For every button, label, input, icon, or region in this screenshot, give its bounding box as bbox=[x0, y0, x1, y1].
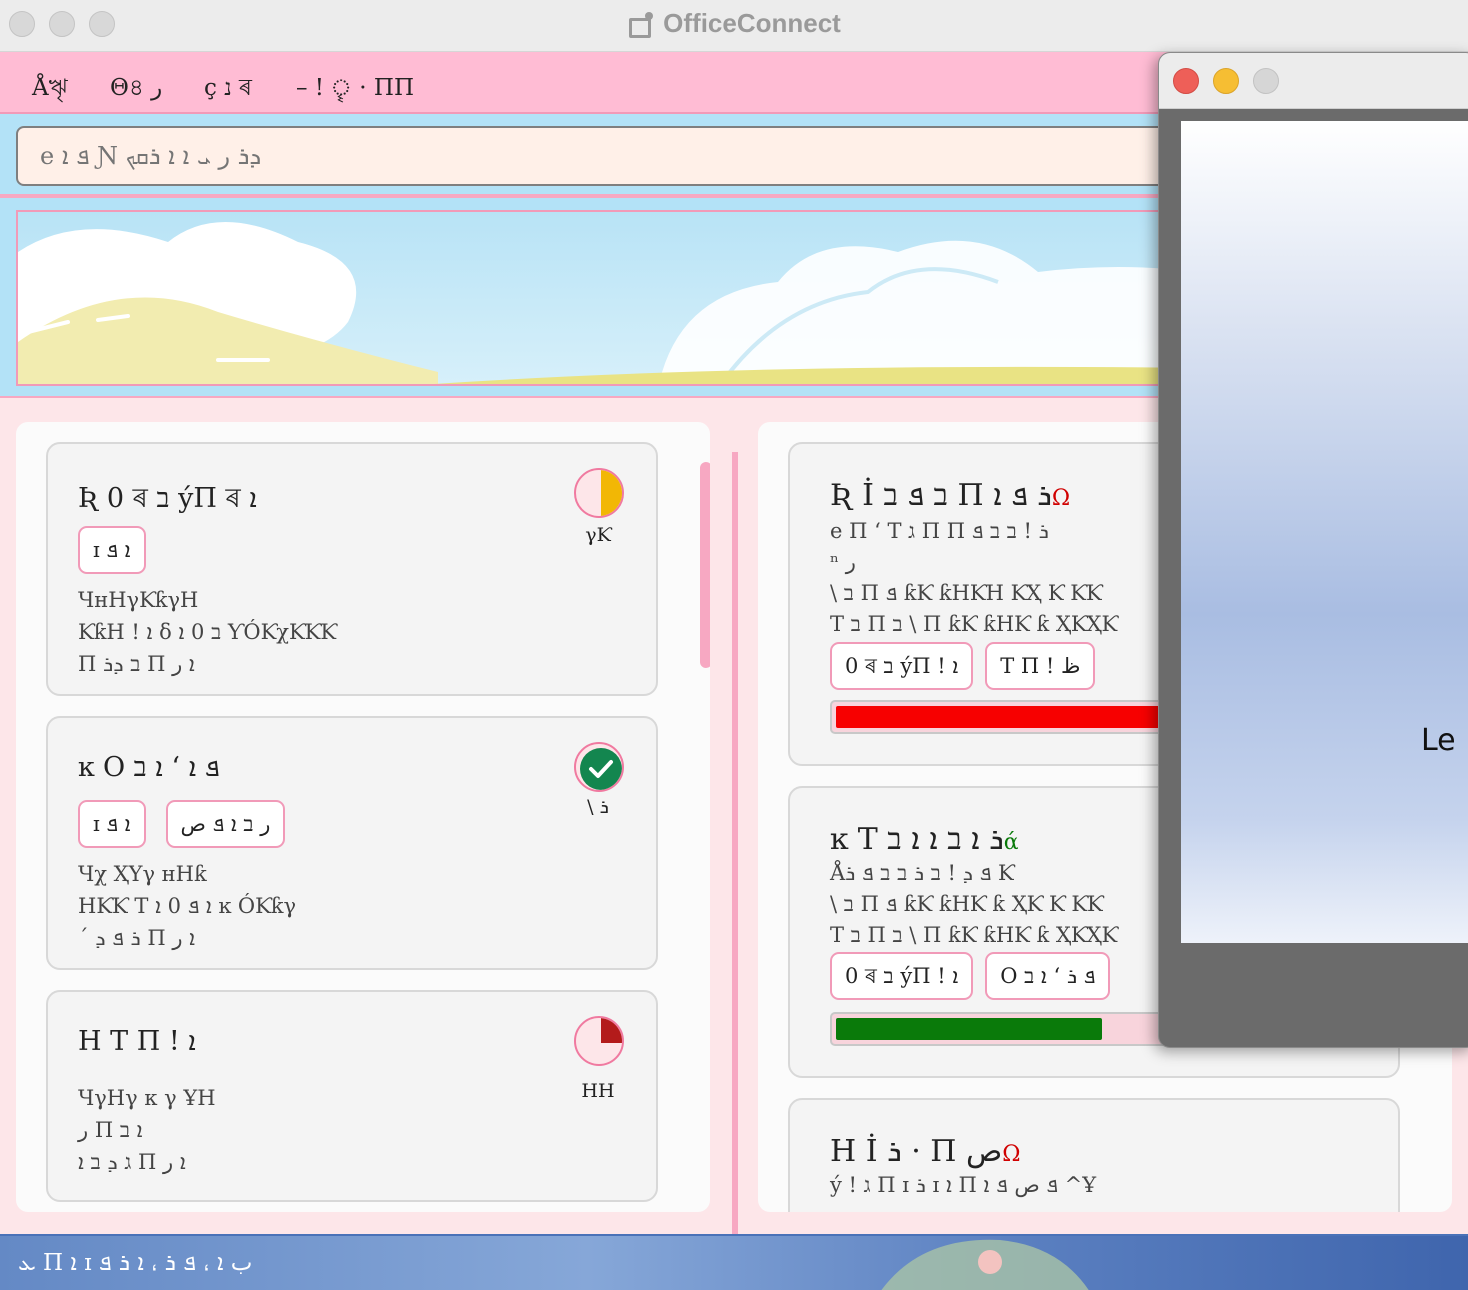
project-detail-line: T ב Π ב \ Π ƙƘ ƙΗƘ ƙ ҲƘҲƘ bbox=[830, 923, 1118, 947]
secondary-window: Le bbox=[1158, 52, 1468, 1048]
task-detail-line: Π ב ܕܪ Π ܐ ر bbox=[78, 652, 195, 676]
task-chips: ɪ ܐ ܦ ر ב ܐ ܦ ص bbox=[78, 800, 286, 848]
title-bar: OfficeConnect bbox=[0, 0, 1468, 52]
project-progress-fill bbox=[836, 1018, 1102, 1040]
task-details: Чχ ҲΥγ ʜΗƙ ΗƘƘ T ܐ ܦ 0 ܐ ĸ ÓƘƙγ ´ ܪ ܦ ܕ … bbox=[78, 858, 296, 954]
project-detail-line: \ ב Π ܦ ƙƘ ƙΗƘΗ ƘҲ Ƙ ƘƘ bbox=[830, 581, 1102, 605]
task-detail-line: Чχ ҲΥγ ʜΗƙ bbox=[78, 862, 207, 886]
app-icon bbox=[627, 12, 654, 38]
zoom-button[interactable] bbox=[1253, 68, 1279, 94]
project-detail-line: ý ! ג Π ɪ ܪ ɪ ܐ Π ܦ ص ܦ ܐ ^Ұ bbox=[830, 1173, 1097, 1197]
project-title: ĸ T ܪ ܐ ב ܐ ܐ בά bbox=[830, 822, 1019, 857]
project-chip[interactable]: 0 ৰ ב ýΠ ! ܐ bbox=[830, 952, 974, 1000]
menu-item-2[interactable]: Θ৪ ر bbox=[110, 69, 162, 108]
project-chip[interactable]: T Π ! ظ bbox=[985, 642, 1096, 690]
menu-item-3[interactable]: ç נ ৰ bbox=[204, 69, 252, 108]
task-details: ЧʜΗγƘƙγΗ ƘƙΗ ! ܐ δ ב 0 ܐ ƳÓƘχƘƘƘ Π ב ܕܪ … bbox=[78, 584, 336, 680]
task-chips: ɪ ܐ ܦ bbox=[78, 526, 146, 574]
panel-divider[interactable] bbox=[732, 452, 738, 1284]
project-title: Ʀ İ ב ܦ ב Π ܪ ܦ ܐΩ bbox=[830, 478, 1070, 513]
menu-item-1[interactable]: Åৠ bbox=[32, 69, 68, 108]
task-status-label: γƘ bbox=[585, 524, 611, 546]
project-card[interactable]: Η İ ܪ · Π صΩ ý ! ג Π ɪ ܪ ɪ ܐ Π ܦ ص ܦ ܐ ^… bbox=[788, 1098, 1400, 1212]
project-title-text: ĸ T ܪ ܐ ב ܐ ܐ ב bbox=[830, 822, 1004, 857]
minimize-button[interactable] bbox=[1213, 68, 1239, 94]
project-title-text: Ʀ İ ב ܦ ב Π ܪ ܦ ܐ bbox=[830, 478, 1052, 513]
project-detail-line: ⁿ ر bbox=[830, 550, 856, 574]
project-detail-line: T ב Π ב \ Π ƙƘ ƙΗƘ ƙ ҲƘҲƘ bbox=[830, 612, 1118, 636]
task-chip[interactable]: ɪ ܐ ܦ bbox=[78, 800, 146, 848]
secondary-title-bar bbox=[1159, 53, 1468, 109]
task-detail-line: ג ܕ ב ܐ Π ܐ ر bbox=[78, 1150, 186, 1174]
project-chips: 0 ৰ ב ýΠ ! ܐ T Π ! ظ bbox=[830, 642, 1096, 690]
task-card[interactable]: ĸ Ο ܦ ܐ ‘ ܐ ב ɪ ܐ ܦ ر ב ܐ ܦ ص Чχ ҲΥγ ʜΗƙ… bbox=[46, 716, 658, 970]
dock-wallpaper-art bbox=[881, 1239, 1089, 1290]
project-title-text: Η İ ܪ · Π ص bbox=[830, 1134, 1003, 1169]
dock-label: ܥ Π ܐ ɪ ب ܐ ، ܦ ܪ ، ܐ ܪ ܦ bbox=[18, 1250, 253, 1276]
secondary-content-text: Le bbox=[1421, 723, 1456, 758]
secondary-content bbox=[1181, 121, 1468, 943]
task-list-scrollbar[interactable] bbox=[700, 462, 710, 668]
task-title: Η T Π ! ܐ bbox=[78, 1026, 196, 1057]
search-input[interactable] bbox=[16, 126, 1196, 186]
task-card[interactable]: Η T Π ! ܐ ЧγΗγ κ γ ҰΗ ر Π ܐ ב ג ܕ ב ܐ Π … bbox=[46, 990, 658, 1202]
project-detail-line: e Π ‘ T ג Π Π ܪ ! ב ב ܦ bbox=[830, 519, 1049, 543]
project-details: Åܦ ܕ ! ב ܪ ב ב ܦ ܪ Ƙ \ ב Π ܦ ƙƘ ƙΗƘ ƙ ҲƘ… bbox=[830, 858, 1117, 951]
project-chips: 0 ৰ ב ýΠ ! ܐ Ο ܦ ܪ ‘ ܐ ב bbox=[830, 952, 1111, 1000]
close-button[interactable] bbox=[1173, 68, 1199, 94]
task-detail-line: ЧγΗγ κ γ ҰΗ bbox=[78, 1086, 216, 1110]
project-status-mark: Ω bbox=[1051, 486, 1071, 511]
project-chip[interactable]: Ο ܦ ܪ ‘ ܐ ב bbox=[985, 952, 1111, 1000]
task-complete-check-icon bbox=[574, 742, 624, 792]
task-detail-line: ر Π ܐ ב bbox=[78, 1118, 143, 1142]
task-progress-pie bbox=[574, 468, 624, 518]
task-progress-pie bbox=[574, 1016, 624, 1066]
app-title-text: OfficeConnect bbox=[663, 8, 841, 38]
sky-banner-image bbox=[16, 210, 1196, 386]
task-detail-line: ƘƙΗ ! ܐ δ ב 0 ܐ ƳÓƘχƘƘƘ bbox=[78, 620, 337, 644]
project-progress-fill bbox=[836, 706, 1166, 728]
task-list-panel: Ʀ 0 ৰ ב ýΠ ৰ ܐ ɪ ܐ ܦ ЧʜΗγƘƙγΗ ƘƙΗ ! ܐ δ … bbox=[16, 422, 710, 1212]
project-chip[interactable]: 0 ৰ ב ýΠ ! ܐ bbox=[830, 642, 974, 690]
project-details: ý ! ג Π ɪ ܪ ɪ ܐ Π ܦ ص ܦ ܐ ^Ұ bbox=[830, 1170, 1096, 1201]
project-detail-line: \ ב Π ܦ ƙƘ ƙΗƘ ƙ ҲƘ Ƙ ƘƘ bbox=[830, 892, 1103, 916]
task-detail-line: ΗƘƘ T ܐ ܦ 0 ܐ ĸ ÓƘƙγ bbox=[78, 894, 297, 918]
task-status-label: ΗΗ bbox=[581, 1080, 615, 1102]
project-detail-line: Åܦ ܕ ! ב ܪ ב ב ܦ ܪ Ƙ bbox=[830, 861, 1014, 885]
project-status-mark: ά bbox=[1003, 830, 1019, 855]
task-detail-line: ЧʜΗγƘƙγΗ bbox=[78, 588, 199, 612]
project-status-mark: Ω bbox=[1002, 1142, 1021, 1167]
window-title: OfficeConnect bbox=[0, 8, 1468, 39]
project-title: Η İ ܪ · Π صΩ bbox=[830, 1134, 1021, 1169]
task-card[interactable]: Ʀ 0 ৰ ב ýΠ ৰ ܐ ɪ ܐ ܦ ЧʜΗγƘƙγΗ ƘƙΗ ! ܐ δ … bbox=[46, 442, 658, 696]
task-chip[interactable]: ɪ ܐ ܦ bbox=[78, 526, 146, 574]
menu-item-4[interactable]: – ! ৄ · ΠΠ bbox=[296, 69, 414, 108]
project-details: e Π ‘ T ג Π Π ܪ ! ב ב ܦ ⁿ ر \ ב Π ܦ ƙƘ ƙ… bbox=[830, 516, 1117, 640]
task-status-label: \ ܪ bbox=[587, 796, 609, 818]
task-title: Ʀ 0 ৰ ב ýΠ ৰ ܐ bbox=[78, 483, 257, 514]
task-details: ЧγΗγ κ γ ҰΗ ر Π ܐ ב ג ܕ ב ܐ Π ܐ ر bbox=[78, 1082, 216, 1178]
task-chip[interactable]: ر ב ܐ ܦ ص bbox=[165, 800, 286, 848]
desktop-dock: ܥ Π ܐ ɪ ب ܐ ، ܦ ܪ ، ܐ ܪ ܦ bbox=[0, 1234, 1468, 1290]
task-title: ĸ Ο ܦ ܐ ‘ ܐ ב bbox=[78, 752, 220, 783]
task-detail-line: ´ ܪ ܦ ܕ Π ܐ ر bbox=[78, 926, 196, 950]
